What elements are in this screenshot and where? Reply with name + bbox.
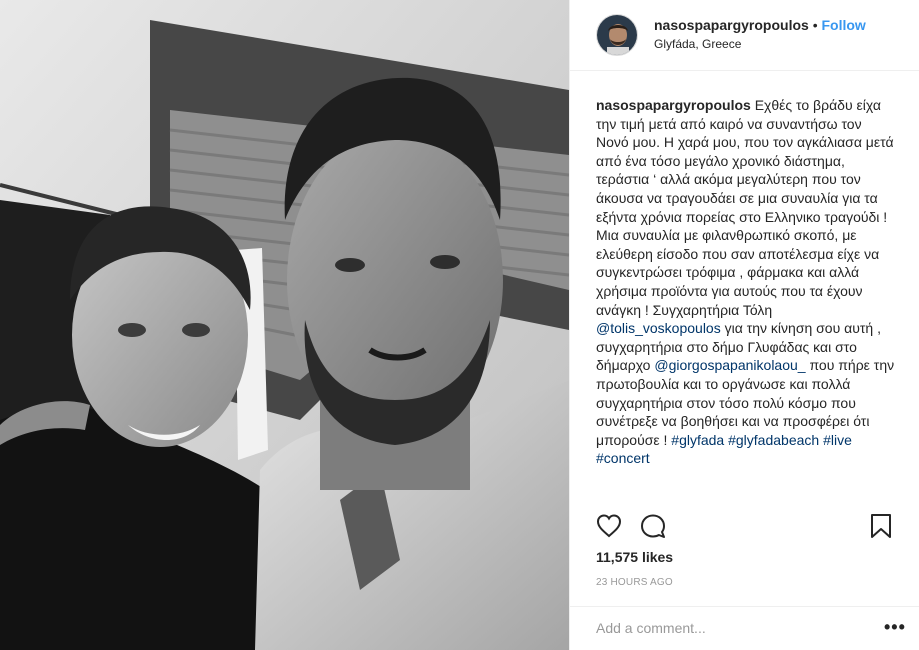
caption-text: Εχθές το βράδυ είχα την τιμή μετά από κα… bbox=[596, 97, 898, 318]
save-button[interactable] bbox=[868, 513, 894, 539]
instagram-post: nasospapargyropoulos • Follow Glyfáda, G… bbox=[0, 0, 919, 650]
post-header: nasospapargyropoulos • Follow Glyfáda, G… bbox=[570, 0, 919, 71]
likes-count[interactable]: 11,575 likes bbox=[596, 549, 673, 565]
follow-button[interactable]: Follow bbox=[822, 17, 866, 33]
hashtag-link[interactable]: #glyfadabeach bbox=[728, 432, 819, 448]
post-photo[interactable] bbox=[0, 0, 569, 650]
more-options-button[interactable]: ••• bbox=[884, 618, 905, 638]
post-sidebar: nasospapargyropoulos • Follow Glyfáda, G… bbox=[569, 0, 919, 650]
avatar[interactable] bbox=[596, 14, 638, 56]
username-link[interactable]: nasospapargyropoulos bbox=[654, 17, 809, 33]
separator-dot: • bbox=[812, 17, 818, 33]
hashtag-link[interactable]: #live bbox=[823, 432, 852, 448]
post-actions bbox=[596, 513, 896, 539]
mention-link[interactable]: @giorgospapanikolaou_ bbox=[654, 357, 805, 373]
like-button[interactable] bbox=[596, 513, 622, 539]
header-meta: nasospapargyropoulos • Follow Glyfáda, G… bbox=[654, 16, 866, 54]
avatar-image bbox=[597, 15, 637, 55]
comment-input[interactable] bbox=[596, 618, 856, 638]
location-link[interactable]: Glyfáda, Greece bbox=[654, 35, 866, 54]
post-photo-image bbox=[0, 0, 569, 650]
mention-link[interactable]: @tolis_voskopoulos bbox=[596, 320, 721, 336]
comment-button[interactable] bbox=[640, 513, 666, 539]
post-timestamp[interactable]: 23 HOURS AGO bbox=[596, 577, 673, 588]
hashtag-link[interactable]: #concert bbox=[596, 450, 650, 466]
bookmark-icon bbox=[871, 514, 891, 538]
caption-username-link[interactable]: nasospapargyropoulos bbox=[596, 97, 751, 113]
comment-icon bbox=[641, 514, 665, 538]
heart-icon bbox=[596, 514, 622, 538]
comment-bar: ••• bbox=[570, 606, 919, 650]
hashtag-link[interactable]: #glyfada bbox=[671, 432, 724, 448]
post-caption: nasospapargyropoulos Εχθές το βράδυ είχα… bbox=[596, 96, 896, 468]
